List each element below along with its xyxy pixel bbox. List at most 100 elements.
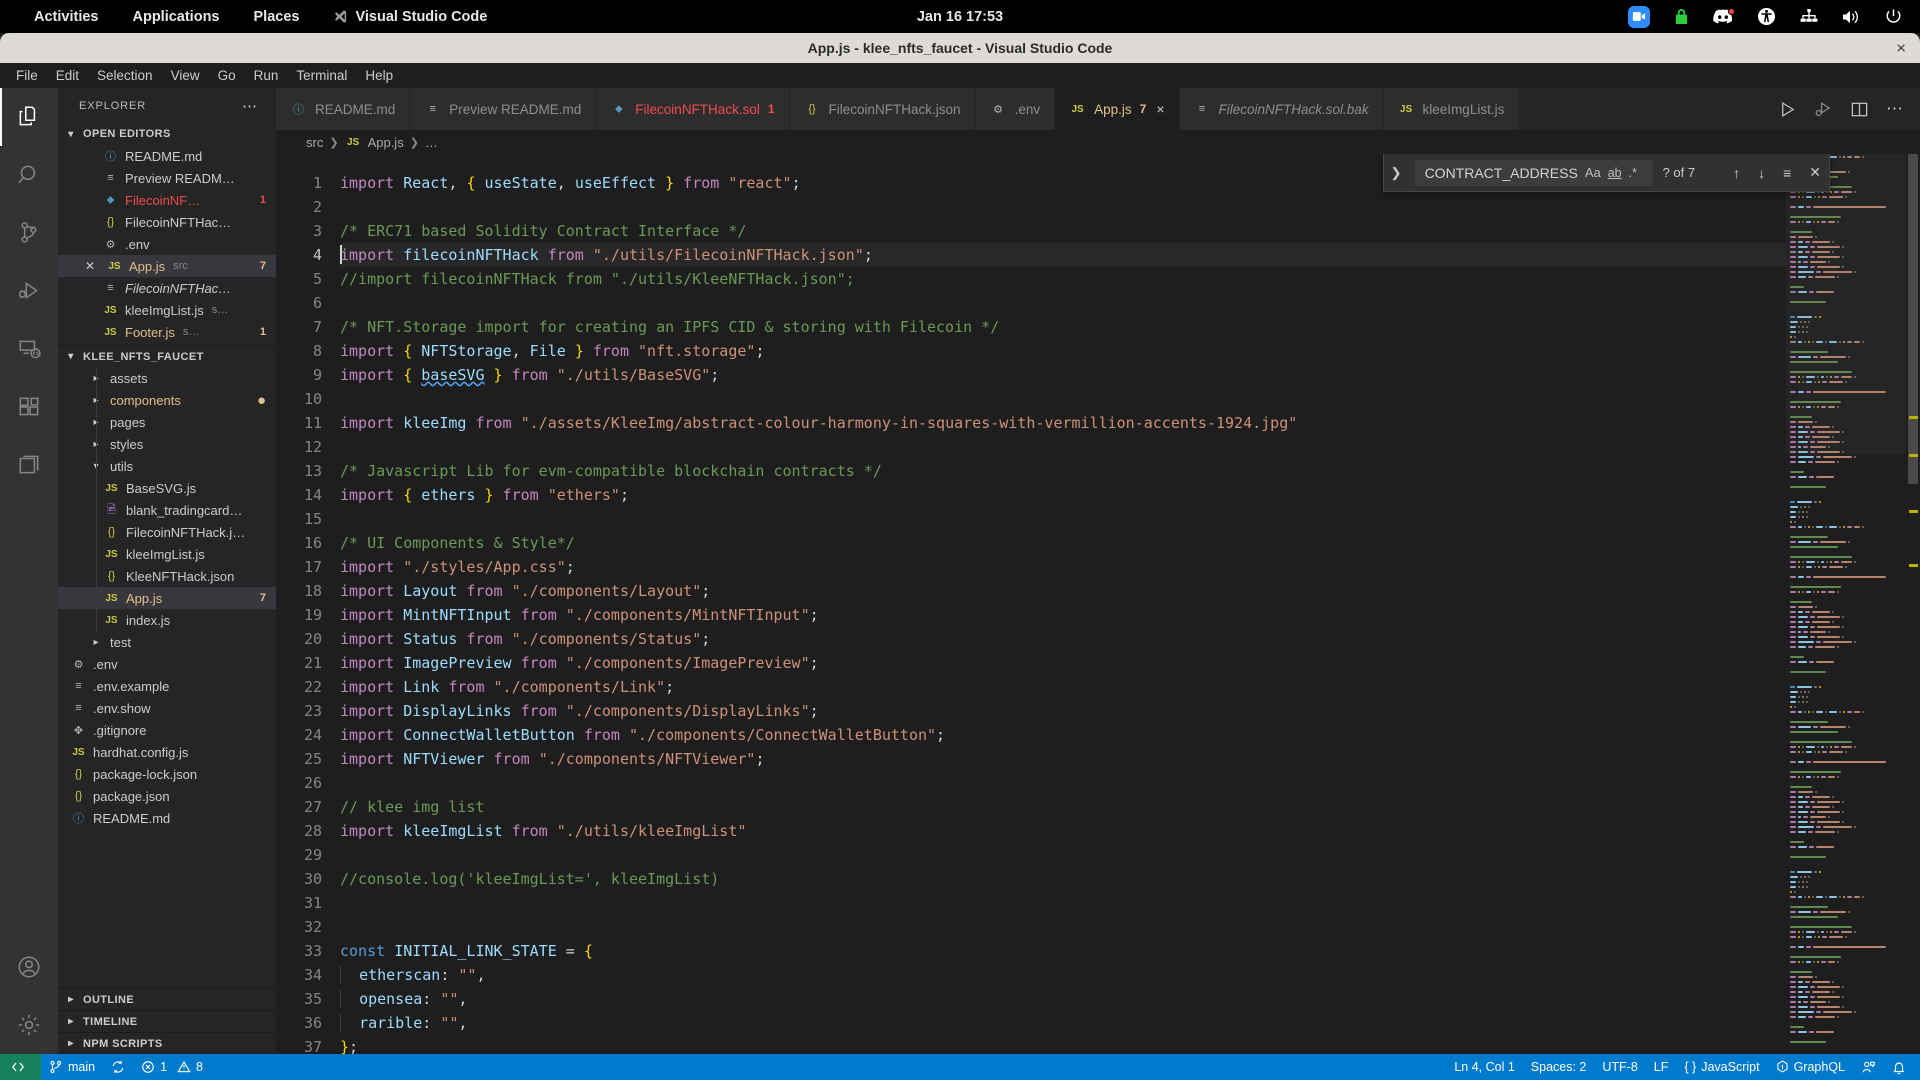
chevron-right-icon[interactable]: ❯ bbox=[1388, 165, 1405, 181]
run-debug-button[interactable] bbox=[1814, 100, 1833, 119]
whole-word-toggle[interactable]: ab bbox=[1608, 166, 1622, 180]
menu-help[interactable]: Help bbox=[356, 66, 402, 85]
tab-kleeimglist-js[interactable]: JS kleeImgList.js bbox=[1383, 88, 1520, 130]
find-input[interactable]: CONTRACT_ADDRESS Aa ab .* bbox=[1414, 159, 1653, 186]
run-file-button[interactable] bbox=[1778, 100, 1797, 119]
discord-tray-icon[interactable] bbox=[1713, 8, 1735, 24]
find-close-icon[interactable]: ✕ bbox=[1809, 164, 1821, 181]
sidebar-section-npm-scripts[interactable]: ▸ NPM SCRIPTS bbox=[58, 1032, 276, 1054]
breadcrumb-src[interactable]: src bbox=[306, 135, 323, 150]
code-line[interactable] bbox=[340, 195, 1920, 219]
menu-edit[interactable]: Edit bbox=[47, 66, 88, 85]
code-line[interactable]: //console.log('kleeImgList=', kleeImgLis… bbox=[340, 867, 1920, 891]
open-editor-item[interactable]: JS Footer.js s… 1 bbox=[58, 321, 276, 343]
tree-file-blank-tradingcard[interactable]: 🖻 blank_tradingcard… bbox=[58, 499, 276, 521]
code-line[interactable]: import Layout from "./components/Layout"… bbox=[340, 579, 1920, 603]
network-tray-icon[interactable] bbox=[1800, 8, 1818, 25]
code-line[interactable]: // klee img list bbox=[340, 795, 1920, 819]
sidebar-section-project[interactable]: ▾ KLEE_NFTS_FAUCET bbox=[58, 345, 276, 367]
tab-filecoinnfthack-sol[interactable]: ⬥ FilecoinNFTHack.sol 1 bbox=[596, 88, 790, 130]
scrollbar-thumb[interactable] bbox=[1908, 154, 1918, 484]
menu-terminal[interactable]: Terminal bbox=[287, 66, 356, 85]
tab-filecoinnfthack-json[interactable]: {} FilecoinNFTHack.json bbox=[789, 88, 976, 130]
code-line[interactable]: /* UI Components & Style*/ bbox=[340, 531, 1920, 555]
code-line[interactable]: /* Javascript Lib for evm-compatible blo… bbox=[340, 459, 1920, 483]
sidebar-more-actions-button[interactable]: ⋯ bbox=[242, 97, 258, 115]
gnome-activities-button[interactable]: Activities bbox=[17, 0, 115, 33]
open-editor-item[interactable]: ⬥ FilecoinNF… 1 bbox=[58, 189, 276, 211]
sidebar-section-outline[interactable]: ▸ OUTLINE bbox=[58, 988, 276, 1010]
tree-file-kleeimglist[interactable]: JS kleeImgList.js bbox=[58, 543, 276, 565]
find-next-icon[interactable]: ↓ bbox=[1758, 165, 1765, 181]
code-line[interactable]: import kleeImgList from "./utils/kleeImg… bbox=[340, 819, 1920, 843]
menu-selection[interactable]: Selection bbox=[88, 66, 162, 85]
tree-folder-pages[interactable]: ▸ pages bbox=[58, 411, 276, 433]
tree-file-kleenfthack-json[interactable]: {} KleeNFTHack.json bbox=[58, 565, 276, 587]
gnome-applications-menu[interactable]: Applications bbox=[115, 0, 236, 33]
code-line[interactable]: import { ethers } from "ethers"; bbox=[340, 483, 1920, 507]
code-line[interactable] bbox=[340, 771, 1920, 795]
zoom-tray-icon[interactable] bbox=[1628, 5, 1650, 28]
tab-env[interactable]: ⚙ .env bbox=[975, 88, 1056, 130]
open-editor-item[interactable]: {} FilecoinNFTHac… bbox=[58, 211, 276, 233]
code-line[interactable] bbox=[340, 507, 1920, 531]
sidebar-section-timeline[interactable]: ▸ TIMELINE bbox=[58, 1010, 276, 1032]
menu-run[interactable]: Run bbox=[245, 66, 288, 85]
activity-extensions[interactable] bbox=[0, 378, 58, 436]
tree-file-package-lock[interactable]: {} package-lock.json bbox=[58, 763, 276, 785]
activity-settings[interactable] bbox=[0, 996, 58, 1054]
code-line[interactable]: //import filecoinNFTHack from "./utils/K… bbox=[340, 267, 1920, 291]
activity-explorer[interactable] bbox=[0, 88, 58, 146]
power-tray-icon[interactable] bbox=[1885, 8, 1902, 25]
tree-file-indexjs[interactable]: JS index.js bbox=[58, 609, 276, 631]
code-line[interactable]: /* NFT.Storage import for creating an IP… bbox=[340, 315, 1920, 339]
tree-file-basesvg[interactable]: JS BaseSVG.js bbox=[58, 477, 276, 499]
code-lines[interactable]: import React, { useState, useEffect } fr… bbox=[340, 171, 1920, 1054]
open-editor-item[interactable]: ⓘ README.md bbox=[58, 145, 276, 167]
activity-panel[interactable] bbox=[0, 436, 58, 494]
regex-toggle[interactable]: .* bbox=[1629, 166, 1637, 180]
editor-minimap[interactable] bbox=[1786, 154, 1906, 1054]
code-line[interactable]: }; bbox=[340, 1035, 1920, 1054]
status-language-mode[interactable]: { } JavaScript bbox=[1676, 1054, 1767, 1080]
open-editor-item[interactable]: ⚙ .env bbox=[58, 233, 276, 255]
code-line[interactable]: import kleeImg from "./assets/KleeImg/ab… bbox=[340, 411, 1920, 435]
code-line[interactable]: etherscan: "", bbox=[340, 963, 1920, 987]
tree-file-hardhat-config[interactable]: JS hardhat.config.js bbox=[58, 741, 276, 763]
activity-remote-explorer[interactable] bbox=[0, 320, 58, 378]
tab-app-js[interactable]: JS App.js 7 × bbox=[1055, 88, 1180, 130]
find-in-selection-icon[interactable]: ≡ bbox=[1783, 165, 1791, 181]
activity-source-control[interactable] bbox=[0, 204, 58, 262]
tree-file-env-example[interactable]: ≡ .env.example bbox=[58, 675, 276, 697]
tree-folder-test[interactable]: ▸ test bbox=[58, 631, 276, 653]
status-feedback-button[interactable] bbox=[1853, 1054, 1884, 1080]
status-cursor-position[interactable]: Ln 4, Col 1 bbox=[1446, 1054, 1522, 1080]
tab-close-icon[interactable]: × bbox=[1156, 101, 1164, 117]
editor-scrollbar[interactable] bbox=[1906, 154, 1920, 1054]
tree-file-env[interactable]: ⚙ .env bbox=[58, 653, 276, 675]
match-case-toggle[interactable]: Aa bbox=[1585, 165, 1601, 180]
open-editor-item[interactable]: JS kleeImgList.js s… bbox=[58, 299, 276, 321]
more-actions-button[interactable]: ⋯ bbox=[1886, 100, 1904, 117]
code-line[interactable]: import NFTViewer from "./components/NFTV… bbox=[340, 747, 1920, 771]
minimap-slider[interactable] bbox=[1786, 154, 1906, 454]
code-line[interactable] bbox=[340, 915, 1920, 939]
status-branch[interactable]: main bbox=[41, 1054, 103, 1080]
breadcrumb-overflow[interactable]: … bbox=[425, 135, 438, 150]
menu-file[interactable]: File bbox=[7, 66, 47, 85]
find-previous-icon[interactable]: ↑ bbox=[1733, 165, 1740, 181]
accessibility-tray-icon[interactable] bbox=[1757, 7, 1776, 26]
open-editor-item[interactable]: ≡ Preview READM… bbox=[58, 167, 276, 189]
remote-indicator-button[interactable] bbox=[0, 1054, 41, 1080]
status-graphql[interactable]: GraphQL bbox=[1768, 1054, 1853, 1080]
tree-file-package-json[interactable]: {} package.json bbox=[58, 785, 276, 807]
split-editor-button[interactable] bbox=[1850, 100, 1869, 119]
activity-search[interactable] bbox=[0, 146, 58, 204]
tab-preview-readme-md[interactable]: ≡ Preview README.md bbox=[410, 88, 597, 130]
code-line[interactable]: import filecoinNFTHack from "./utils/Fil… bbox=[340, 243, 1920, 267]
code-line[interactable]: import ImagePreview from "./components/I… bbox=[340, 651, 1920, 675]
status-problems[interactable]: 1 8 bbox=[133, 1054, 211, 1080]
tree-folder-assets[interactable]: ▸ assets bbox=[58, 367, 276, 389]
tree-file-filecoinnfthack-json[interactable]: {} FilecoinNFTHack.j… bbox=[58, 521, 276, 543]
tab-filecoinnfthack-sol-bak[interactable]: ≡ FilecoinNFTHack.sol.bak bbox=[1179, 88, 1384, 130]
